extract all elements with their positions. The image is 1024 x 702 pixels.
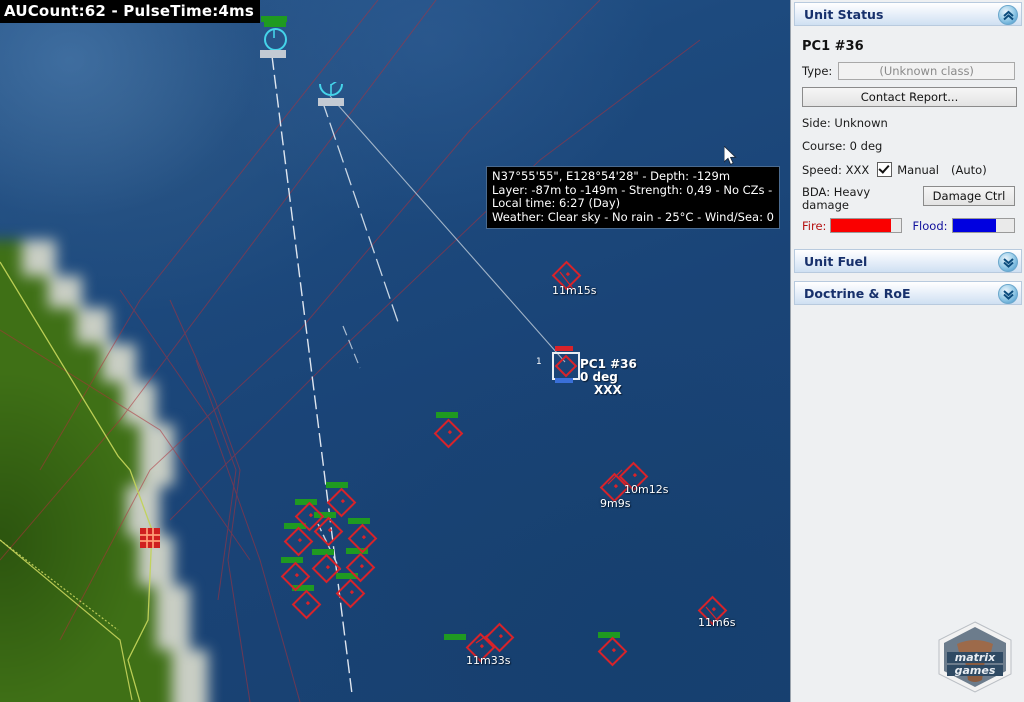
diamond-icon (283, 526, 314, 557)
contact-health-bar (436, 412, 458, 418)
type-field[interactable]: (Unknown class) (838, 62, 1015, 80)
map-vector-overlay (0, 0, 719, 702)
selected-unit-index: 1 (536, 357, 542, 367)
contact-health-bar (598, 632, 620, 638)
contact-time-label: 11m15s (552, 284, 597, 297)
hostile-contact-marker[interactable] (551, 260, 582, 291)
type-row: Type: (Unknown class) (802, 62, 1015, 80)
diamond-icon (280, 561, 311, 592)
map-tooltip: N37°55'55", E128°54'28" - Depth: -129m L… (486, 166, 780, 230)
speed-value: Speed: XXX (802, 162, 870, 177)
fire-gauge (830, 218, 903, 233)
side-value: Side: Unknown (802, 116, 888, 130)
logo-line-2: games (955, 664, 996, 677)
flood-gauge (951, 218, 1015, 233)
chevron-down-icon[interactable] (998, 252, 1018, 272)
chevron-down-icon[interactable] (998, 284, 1018, 304)
hostile-contact-marker[interactable] (433, 418, 464, 449)
tooltip-line-3: Local time: 6:27 (Day) (492, 196, 621, 211)
section-title: Doctrine & RoE (804, 285, 911, 301)
hostile-contact-marker[interactable] (597, 636, 628, 667)
contact-report-button[interactable]: Contact Report... (802, 87, 1017, 107)
contact-time-label: 10m12s (624, 483, 669, 496)
unit-name: PC1 #36 (802, 39, 864, 54)
diamond-icon (335, 578, 366, 609)
bda-value: BDA: Heavy damage (802, 185, 871, 212)
hostile-contact-marker[interactable] (335, 578, 366, 609)
diamond-icon (326, 487, 357, 518)
contact-time-label: 11m33s (466, 654, 511, 667)
damage-gauges: Fire: Flood: (802, 218, 1015, 233)
hostile-contact-marker[interactable] (283, 526, 314, 557)
manual-label: Manual (897, 162, 940, 177)
damage-bar-red (555, 346, 573, 351)
bda-row: BDA: Heavy damage Damage Ctrl (802, 186, 1015, 212)
diamond-icon (433, 418, 464, 449)
course-value: Course: 0 deg (802, 139, 883, 153)
contact-health-bar (348, 518, 370, 524)
contact-health-bar (312, 549, 334, 555)
chevron-up-icon[interactable] (998, 5, 1018, 25)
tooltip-line-2: Layer: -87m to -149m - Strength: 0,49 - … (492, 182, 773, 197)
tooltip-line-1: N37°55'55", E128°54'28" - Depth: -129m (492, 169, 731, 183)
hostile-contact-marker[interactable] (294, 501, 325, 532)
contact-health-bar (264, 21, 286, 27)
logo-line-1: matrix (955, 651, 996, 664)
tactical-map[interactable]: 1 PC1 #36 0 deg XXX 11m15s 10m12s 9m9s 11m6… (0, 0, 790, 702)
hostile-contact-marker[interactable] (311, 553, 342, 584)
hostile-contact-marker[interactable] (313, 516, 344, 547)
auto-label: (Auto) (951, 162, 987, 177)
right-sidebar: Unit Status PC1 #36 Type: (Unknown class… (790, 0, 1024, 702)
damage-ctrl-button[interactable]: Damage Ctrl (923, 186, 1015, 206)
damage-bar-blue (555, 378, 573, 383)
speed-row: Speed: XXX Manual (Auto) (802, 162, 1015, 177)
hostile-contact-marker[interactable] (280, 561, 311, 592)
section-title: Unit Status (804, 6, 884, 22)
tooltip-line-4: Weather: Clear sky - No rain - 25°C - Wi… (492, 209, 774, 224)
diamond-icon (313, 516, 344, 547)
matrix-games-logo: matrix games (938, 621, 1012, 693)
hostile-contact-marker[interactable] (326, 487, 357, 518)
flood-gauge-fill (952, 219, 996, 232)
contact-health-bar (444, 634, 466, 640)
section-header-doctrine-roe[interactable]: Doctrine & RoE (794, 281, 1022, 305)
debug-overlay: AUCount:62 - PulseTime:4ms (0, 0, 260, 23)
diamond-icon (484, 622, 515, 653)
fire-label: Fire: (802, 218, 827, 233)
hostile-contact-marker[interactable] (484, 622, 515, 653)
manual-speed-checkbox[interactable] (877, 162, 893, 177)
unit-platform-bar (260, 50, 286, 58)
flood-label: Flood: (912, 218, 948, 233)
section-header-unit-fuel[interactable]: Unit Fuel (794, 249, 1022, 273)
type-label: Type: (802, 64, 833, 78)
unit-platform-bar (318, 98, 344, 106)
contact-health-bar (326, 482, 348, 488)
diamond-icon (597, 636, 628, 667)
diamond-icon (291, 589, 322, 620)
contact-time-label: 9m9s (600, 497, 631, 510)
selected-unit-label: PC1 #36 0 deg XXX (580, 358, 637, 397)
selected-unit-speed: XXX (594, 383, 622, 397)
selection-box (552, 352, 580, 380)
mouse-cursor (724, 146, 737, 166)
hostile-contact-marker[interactable] (345, 552, 376, 583)
hostile-contact-marker[interactable] (291, 589, 322, 620)
contact-time-label: 11m6s (698, 616, 736, 629)
section-title: Unit Fuel (804, 253, 868, 269)
fire-gauge-fill (831, 219, 891, 232)
contact-health-bar (281, 557, 303, 563)
installation-marker[interactable] (140, 528, 160, 548)
section-header-unit-status[interactable]: Unit Status (794, 2, 1022, 26)
diamond-icon (311, 553, 342, 584)
diamond-icon (347, 523, 378, 554)
application-window: 1 PC1 #36 0 deg XXX 11m15s 10m12s 9m9s 11m6… (0, 0, 1024, 702)
unit-status-body: PC1 #36 Type: (Unknown class) Contact Re… (791, 26, 1024, 233)
hostile-contact-marker[interactable] (347, 523, 378, 554)
